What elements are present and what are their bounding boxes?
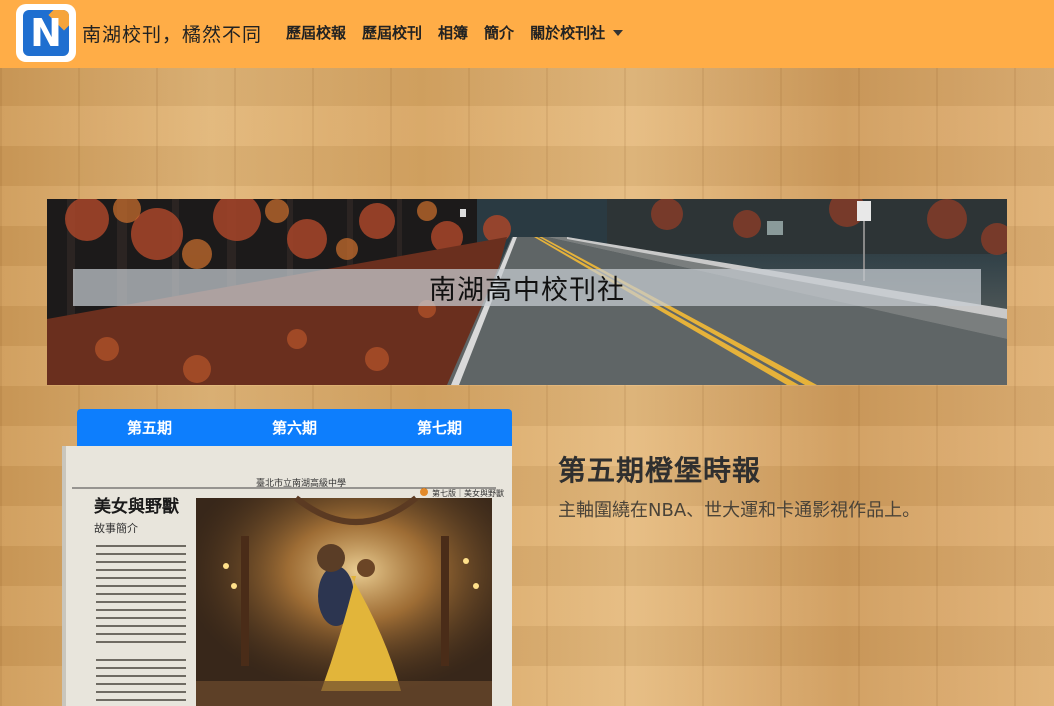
logo[interactable]: N	[16, 4, 76, 62]
newspaper-drawing: 臺北市立南湖高級中學 第七版｜美女與野獸 美女與野獸 故事簡介	[66, 446, 512, 706]
n-logo-icon: N	[23, 10, 69, 56]
paper-subhead: 故事簡介	[94, 521, 138, 535]
paper-header-text: 臺北市立南湖高級中學	[256, 477, 346, 489]
tab-issue-7[interactable]: 第七期	[367, 409, 512, 446]
paper-headline: 美女與野獸	[94, 496, 179, 517]
banner-title: 南湖高中校刊社	[429, 275, 625, 306]
nav-link-label: 歷屆校報	[286, 24, 347, 42]
nav-link-label: 簡介	[484, 24, 515, 42]
tab-issue-6[interactable]: 第六期	[222, 409, 367, 446]
nav-link-album[interactable]: 相簿	[438, 22, 468, 43]
caret-down-icon	[613, 29, 624, 36]
brand-title[interactable]: 南湖校刊，橘然不同	[82, 20, 262, 47]
nav-links: 歷屆校報 歷屆校刊 相簿 簡介 關於校刊社	[286, 22, 624, 43]
nav-link-past-magazines[interactable]: 歷屆校刊	[362, 22, 422, 43]
navbar: N 南湖校刊，橘然不同 歷屆校報 歷屆校刊 相簿 簡介 關於校刊社	[0, 0, 1054, 68]
nav-link-label: 歷屆校刊	[362, 24, 423, 42]
nav-link-label: 相簿	[438, 24, 469, 42]
nav-link-label: 關於校刊社	[530, 24, 606, 42]
issue-tabs: 第五期 第六期 第七期	[77, 409, 512, 446]
issue-heading: 第五期橙堡時報	[558, 454, 762, 487]
nav-link-intro[interactable]: 簡介	[484, 22, 514, 43]
newspaper-photo: 臺北市立南湖高級中學 第七版｜美女與野獸 美女與野獸 故事簡介	[62, 446, 512, 706]
issue-description: 主軸圍繞在NBA、世大運和卡通影視作品上。	[558, 500, 921, 521]
banner-title-box: 南湖高中校刊社	[73, 269, 981, 306]
nav-link-past-newspapers[interactable]: 歷屆校報	[286, 22, 346, 43]
logo-letter: N	[30, 11, 62, 55]
tab-issue-5[interactable]: 第五期	[77, 409, 222, 446]
nav-dropdown-about[interactable]: 關於校刊社	[530, 22, 624, 43]
banner: 南湖高中校刊社	[47, 199, 1007, 385]
paper-header-right: 第七版｜美女與野獸	[432, 488, 504, 498]
